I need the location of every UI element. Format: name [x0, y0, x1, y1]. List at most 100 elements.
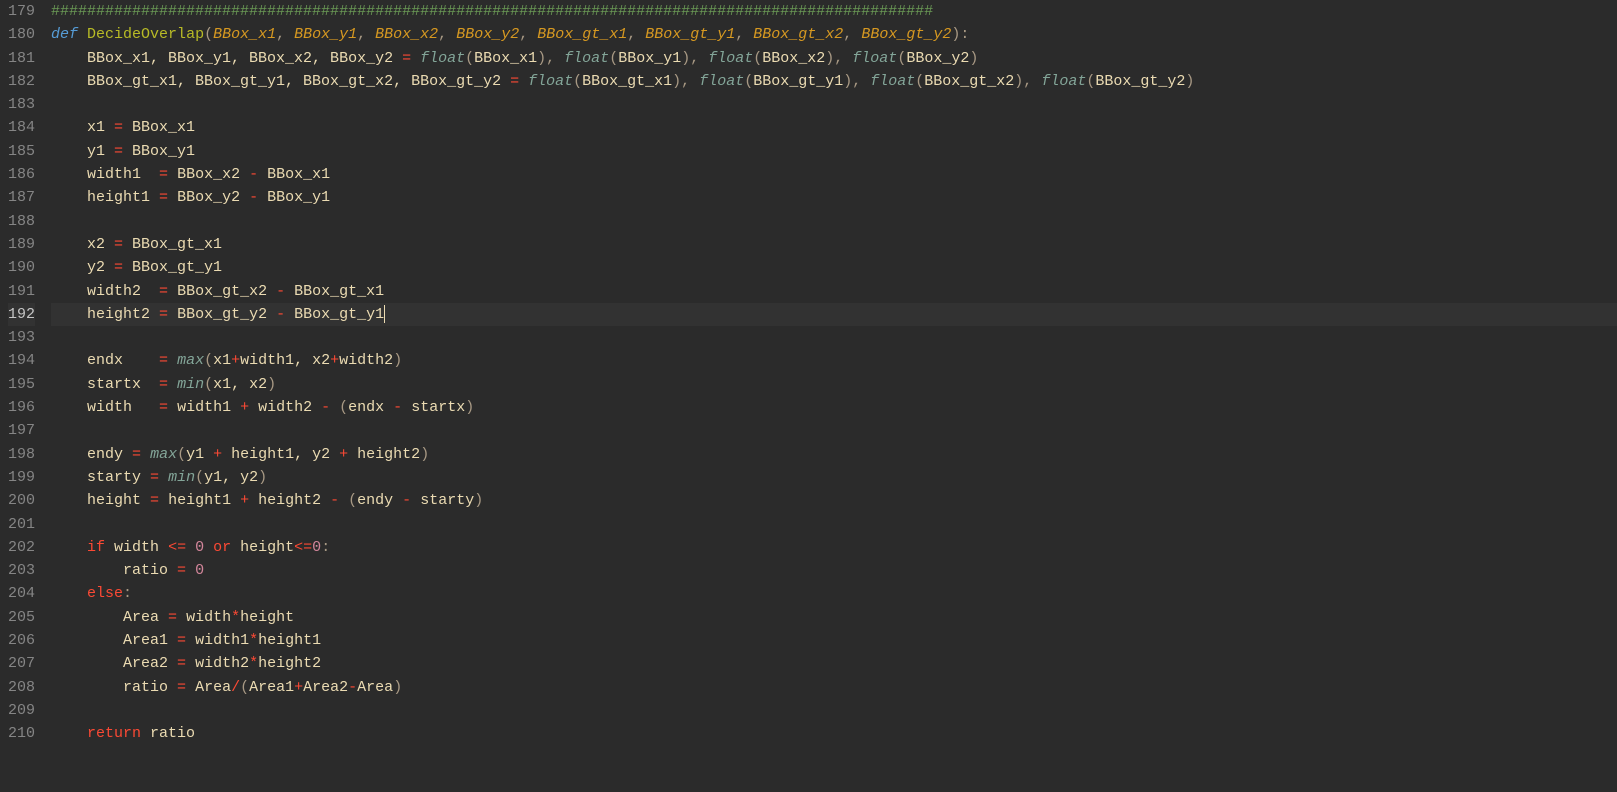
token-operator: -	[330, 492, 339, 509]
token-punct: (	[195, 469, 204, 486]
token-punct: ),	[1014, 73, 1041, 90]
line-number-gutter: 1791801811821831841851861871881891901911…	[0, 0, 47, 746]
code-line[interactable]: height1 = BBox_y2 - BBox_y1	[51, 186, 1617, 209]
token-punct: (	[1086, 73, 1095, 90]
code-line[interactable]: width2 = BBox_gt_x2 - BBox_gt_x1	[51, 280, 1617, 303]
token-text: y1, y2	[204, 469, 258, 486]
token-text: Area	[186, 679, 231, 696]
token-text: BBox_gt_x1	[123, 236, 222, 253]
code-line[interactable]: return ratio	[51, 722, 1617, 745]
token-punct: (	[240, 679, 249, 696]
code-line[interactable]	[51, 210, 1617, 233]
code-line[interactable]	[51, 326, 1617, 349]
code-line[interactable]: width = width1 + width2 - (endx - startx…	[51, 396, 1617, 419]
token-text: height	[240, 609, 294, 626]
token-builtin: float	[1041, 73, 1086, 90]
line-number: 207	[8, 652, 35, 675]
code-line[interactable]	[51, 93, 1617, 116]
line-number: 188	[8, 210, 35, 233]
token-punct: (	[204, 26, 213, 43]
line-number: 198	[8, 443, 35, 466]
code-line[interactable]: ########################################…	[51, 0, 1617, 23]
token-param: BBox_x1	[213, 26, 276, 43]
code-line[interactable]: x2 = BBox_gt_x1	[51, 233, 1617, 256]
code-line[interactable]: height = height1 + height2 - (endy - sta…	[51, 489, 1617, 512]
token-number: 0	[195, 539, 204, 556]
code-line[interactable]: y2 = BBox_gt_y1	[51, 256, 1617, 279]
token-text: Area2	[51, 655, 177, 672]
token-builtin: float	[699, 73, 744, 90]
token-text: width	[51, 399, 159, 416]
token-text	[51, 585, 87, 602]
token-punct: )	[420, 446, 429, 463]
token-keyword: def	[51, 26, 78, 43]
token-operator: +	[339, 446, 348, 463]
code-line[interactable]: Area2 = width2*height2	[51, 652, 1617, 675]
code-line[interactable]	[51, 699, 1617, 722]
token-punct: )	[474, 492, 483, 509]
token-operator: return	[87, 725, 141, 742]
line-number: 196	[8, 396, 35, 419]
line-number: 186	[8, 163, 35, 186]
token-text: y2	[51, 259, 114, 276]
code-line[interactable]: endy = max(y1 + height1, y2 + height2)	[51, 443, 1617, 466]
token-text: starty	[51, 469, 150, 486]
code-line[interactable]: BBox_x1, BBox_y1, BBox_x2, BBox_y2 = flo…	[51, 47, 1617, 70]
token-operator: else	[87, 585, 123, 602]
token-text: BBox_gt_y1	[123, 259, 222, 276]
token-text: width	[105, 539, 168, 556]
token-operator: =	[168, 609, 177, 626]
token-punct: )	[258, 469, 267, 486]
line-number: 194	[8, 349, 35, 372]
code-line[interactable]	[51, 419, 1617, 442]
token-punct: (	[753, 50, 762, 67]
code-line[interactable]: height2 = BBox_gt_y2 - BBox_gt_y1	[51, 303, 1617, 326]
code-line[interactable]: ratio = Area/(Area1+Area2-Area)	[51, 676, 1617, 699]
token-param: BBox_gt_x1	[537, 26, 627, 43]
line-number: 201	[8, 513, 35, 536]
line-number: 193	[8, 326, 35, 349]
token-text: height1	[51, 189, 159, 206]
token-punct: )	[267, 376, 276, 393]
code-area[interactable]: ########################################…	[47, 0, 1617, 746]
token-text: height2	[51, 306, 159, 323]
token-operator: *	[249, 655, 258, 672]
code-line[interactable]: else:	[51, 582, 1617, 605]
token-punct: )	[393, 352, 402, 369]
line-number: 192	[8, 303, 35, 326]
token-text: height	[51, 492, 150, 509]
code-line[interactable]: Area = width*height	[51, 606, 1617, 629]
token-text: BBox_y1	[618, 50, 681, 67]
code-editor[interactable]: 1791801811821831841851861871881891901911…	[0, 0, 1617, 746]
token-punct: ,	[276, 26, 294, 43]
line-number: 195	[8, 373, 35, 396]
token-text	[411, 50, 420, 67]
code-line[interactable]: width1 = BBox_x2 - BBox_x1	[51, 163, 1617, 186]
token-operator: <=	[294, 539, 312, 556]
token-text: BBox_gt_x2	[924, 73, 1014, 90]
token-text: BBox_y1	[258, 189, 330, 206]
token-param: BBox_gt_y2	[861, 26, 951, 43]
token-operator: +	[213, 446, 222, 463]
code-line[interactable]	[51, 513, 1617, 536]
token-operator: =	[159, 166, 168, 183]
code-line[interactable]: endx = max(x1+width1, x2+width2)	[51, 349, 1617, 372]
token-operator: -	[321, 399, 330, 416]
code-line[interactable]: x1 = BBox_x1	[51, 116, 1617, 139]
code-line[interactable]: y1 = BBox_y1	[51, 140, 1617, 163]
code-line[interactable]: startx = min(x1, x2)	[51, 373, 1617, 396]
code-line[interactable]: starty = min(y1, y2)	[51, 466, 1617, 489]
code-line[interactable]: Area1 = width1*height1	[51, 629, 1617, 652]
token-text	[168, 352, 177, 369]
code-line[interactable]: def DecideOverlap(BBox_x1, BBox_y1, BBox…	[51, 23, 1617, 46]
token-funcname: DecideOverlap	[87, 26, 204, 43]
token-punct: ),	[537, 50, 564, 67]
line-number: 202	[8, 536, 35, 559]
token-text: height	[231, 539, 294, 556]
token-param: BBox_gt_x2	[753, 26, 843, 43]
token-text: endy	[51, 446, 132, 463]
code-line[interactable]: ratio = 0	[51, 559, 1617, 582]
token-operator: =	[159, 189, 168, 206]
code-line[interactable]: if width <= 0 or height<=0:	[51, 536, 1617, 559]
code-line[interactable]: BBox_gt_x1, BBox_gt_y1, BBox_gt_x2, BBox…	[51, 70, 1617, 93]
